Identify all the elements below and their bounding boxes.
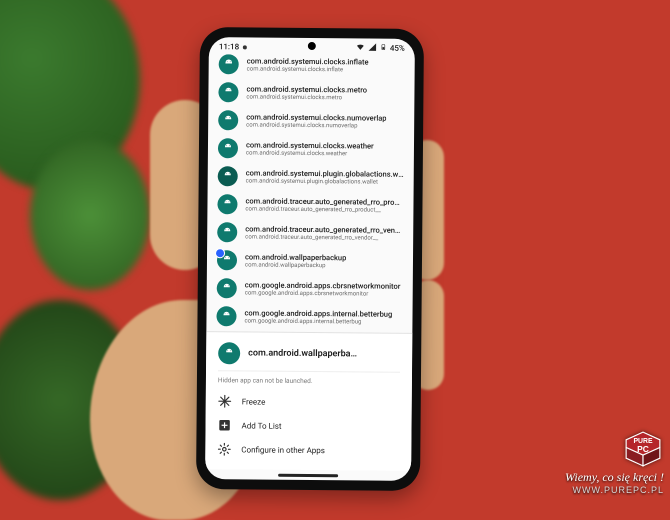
app-list-item[interactable]: com.android.systemui.clocks.weather com.…: [208, 134, 414, 164]
camera-punch-hole: [308, 42, 316, 50]
android-icon: [217, 278, 237, 298]
selected-app-header[interactable]: com.android.wallpaperba…: [218, 338, 400, 373]
android-icon: [218, 138, 238, 158]
app-list-item[interactable]: com.google.android.apps.internal.betterb…: [206, 302, 412, 332]
app-package: com.android.systemui.clocks.metro: [246, 93, 367, 101]
app-package: com.android.systemui.clocks.numoverlap: [246, 121, 386, 129]
phone-frame: 11:18 45%: [196, 27, 424, 491]
app-list-item[interactable]: com.android.systemui.plugin.globalaction…: [208, 162, 414, 192]
app-package: com.android.traceur.auto_generated_rro_p…: [245, 205, 403, 213]
app-list-item[interactable]: com.google.android.apps.cbrsnetworkmonit…: [207, 274, 413, 304]
android-icon: [218, 166, 238, 186]
action-add-to-list[interactable]: Add To List: [217, 413, 399, 439]
action-label: Configure in other Apps: [241, 445, 325, 455]
android-icon: [218, 342, 240, 364]
android-icon: [218, 82, 238, 102]
app-list-item[interactable]: com.android.systemui.clocks.metro com.an…: [208, 78, 414, 108]
android-icon: [217, 222, 237, 242]
app-list-item[interactable]: com.android.wallpaperbackup com.android.…: [207, 246, 413, 276]
badge-icon: [215, 248, 225, 258]
bottom-sheet: com.android.wallpaperba… Hidden app can …: [205, 331, 412, 471]
watermark-slogan: Wiemy, co się kręci !: [565, 470, 664, 485]
gesture-nav-bar[interactable]: [205, 469, 411, 481]
app-package: com.android.systemui.clocks.weather: [246, 149, 374, 157]
watermark-url: WWW.PUREPC.PL: [565, 485, 664, 495]
battery-percent: 45%: [390, 44, 405, 53]
app-list-item[interactable]: com.android.traceur.auto_generated_rro_v…: [207, 218, 413, 248]
phone-screen: 11:18 45%: [205, 37, 415, 481]
snowflake-icon: [218, 394, 232, 408]
android-icon: [217, 194, 237, 214]
app-package: com.android.traceur.auto_generated_rro_v…: [245, 233, 403, 241]
action-label: Freeze: [242, 397, 266, 406]
app-list-item[interactable]: com.android.traceur.auto_generated_rro_p…: [207, 190, 413, 220]
notification-dot-icon: [243, 45, 247, 49]
app-package: com.android.systemui.clocks.inflate: [247, 65, 369, 73]
action-label: Add To List: [242, 421, 282, 430]
app-list[interactable]: com.android.systemui.clocks.inflate com.…: [206, 54, 414, 333]
plus-box-icon: [217, 418, 231, 432]
selected-app-title: com.android.wallpaperba…: [248, 348, 357, 359]
app-package: com.android.wallpaperbackup: [245, 261, 346, 269]
gear-icon: [217, 442, 231, 456]
app-list-item[interactable]: com.android.systemui.clocks.inflate com.…: [209, 54, 415, 80]
app-package: com.android.systemui.plugin.globalaction…: [246, 177, 404, 185]
watermark-logo: PURE PC: [620, 429, 666, 469]
nav-pill-icon: [278, 473, 338, 477]
wifi-icon: [356, 42, 365, 53]
action-configure[interactable]: Configure in other Apps: [217, 437, 399, 463]
android-icon: [217, 250, 237, 270]
clock: 11:18: [219, 42, 239, 51]
plant-leaf: [30, 140, 150, 290]
android-icon: [219, 54, 239, 74]
app-package: com.google.android.apps.internal.betterb…: [244, 317, 392, 325]
battery-icon: [380, 43, 387, 54]
signal-icon: [368, 42, 377, 53]
brand-bottom: PC: [637, 444, 649, 454]
hint-text: Hidden app can not be launched.: [218, 371, 400, 391]
action-freeze[interactable]: Freeze: [218, 389, 400, 415]
app-list-item[interactable]: com.android.systemui.clocks.numoverlap c…: [208, 106, 414, 136]
android-icon: [216, 306, 236, 326]
watermark-text: Wiemy, co się kręci ! WWW.PUREPC.PL: [565, 470, 664, 495]
android-icon: [218, 110, 238, 130]
app-package: com.google.android.apps.cbrsnetworkmonit…: [245, 289, 401, 297]
